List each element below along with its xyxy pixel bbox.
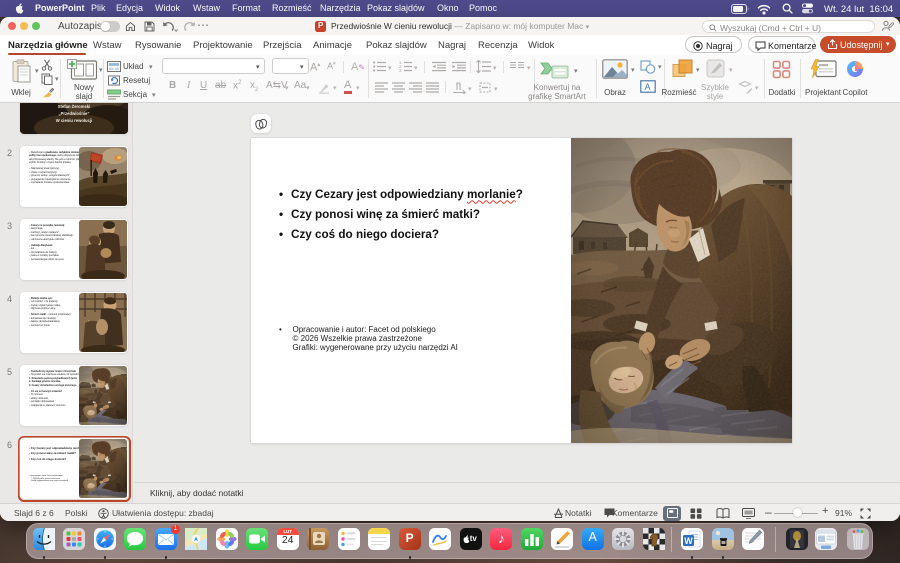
- svg-text:A: A: [645, 82, 651, 92]
- svg-text:3: 3: [399, 68, 402, 72]
- svg-text:W: W: [684, 536, 693, 546]
